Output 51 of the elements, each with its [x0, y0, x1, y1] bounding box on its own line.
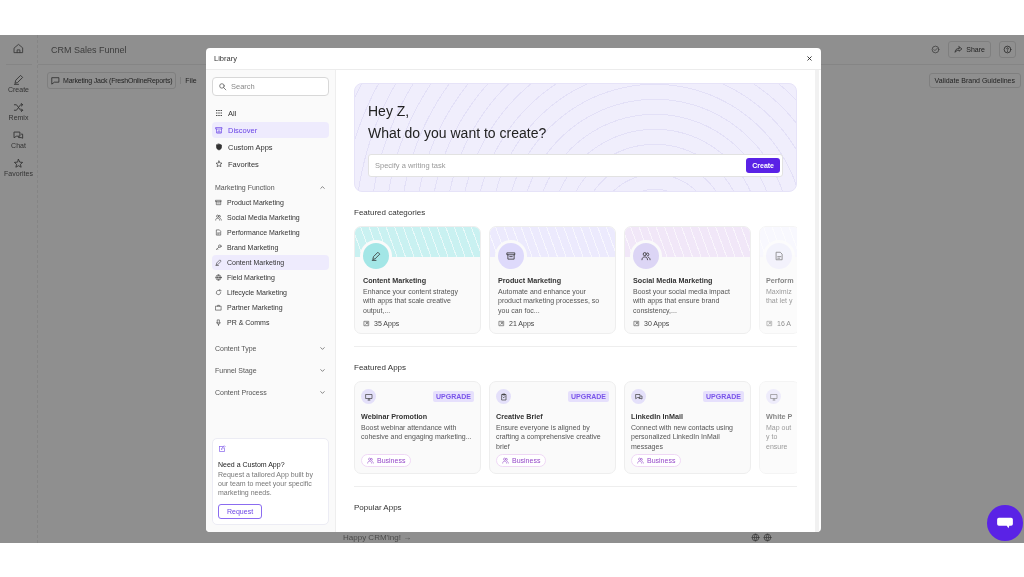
document-icon [215, 229, 222, 236]
star-icon [13, 158, 24, 169]
heading: What do you want to create? [368, 124, 548, 143]
chevron-icon [319, 183, 326, 191]
chevron-icon [319, 388, 326, 396]
close-button[interactable] [806, 55, 813, 62]
people-icon [367, 457, 374, 464]
pen-icon [13, 74, 24, 85]
external-link-icon [766, 320, 773, 327]
chevron-icon [319, 366, 326, 374]
share-icon [954, 45, 964, 54]
monitor-icon [364, 392, 373, 401]
help-icon [1003, 45, 1012, 54]
shield-icon [215, 143, 223, 151]
people-icon [637, 457, 644, 464]
pen-icon [371, 251, 381, 261]
storefront-icon [215, 126, 223, 134]
box-icon [215, 199, 222, 206]
briefcase-icon [215, 304, 222, 311]
section-title: Featured Apps [354, 363, 408, 372]
external-link-icon [633, 320, 640, 327]
grid-icon [215, 109, 223, 117]
globe-icon [751, 533, 761, 542]
document-title: CRM Sales Funnel [51, 44, 127, 55]
external-link-icon [498, 320, 505, 327]
shuffle-icon [13, 102, 24, 113]
people-icon [641, 251, 651, 261]
footer-text: Happy CRM'ing! → [343, 533, 412, 542]
edit-icon [218, 444, 226, 453]
monitor-icon [769, 392, 778, 401]
greeting: Hey Z, [368, 102, 411, 121]
star-icon [215, 160, 223, 168]
section-title: Popular Apps [354, 503, 403, 512]
cycle-icon [215, 289, 222, 296]
globe-icon [215, 274, 222, 281]
pen-icon [215, 259, 222, 266]
microphone-icon [215, 319, 222, 326]
chevron-icon [319, 344, 326, 352]
people-icon [502, 457, 509, 464]
check-circle-icon [931, 45, 941, 54]
box-icon [506, 251, 516, 261]
section-title: Featured categories [354, 208, 427, 217]
help-button[interactable] [999, 41, 1016, 58]
external-link-icon [363, 320, 370, 327]
people-icon [215, 214, 222, 221]
search-icon [218, 82, 227, 91]
clipboard-icon [499, 392, 508, 401]
key-icon [215, 244, 222, 251]
globe-icon [763, 533, 773, 542]
home-icon[interactable] [13, 43, 24, 54]
document-icon [774, 251, 784, 261]
